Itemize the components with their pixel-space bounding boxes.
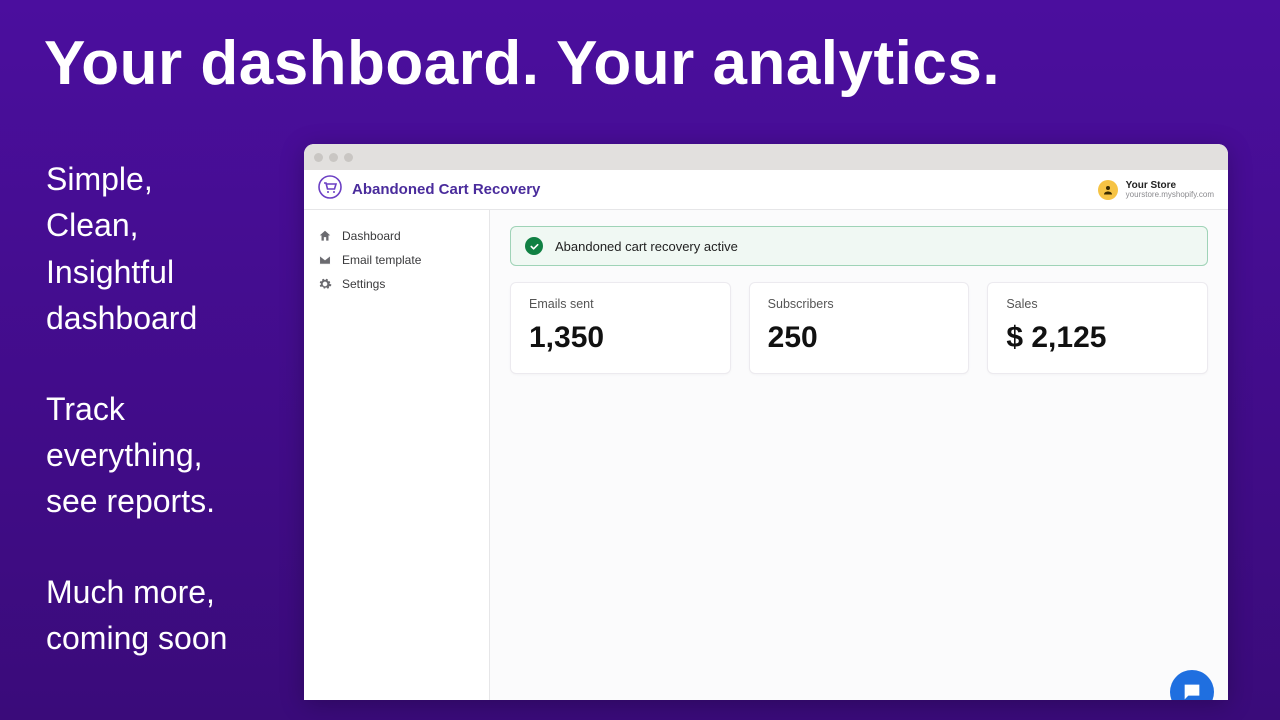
cart-icon bbox=[318, 175, 342, 204]
brand: Abandoned Cart Recovery bbox=[318, 175, 540, 204]
avatar bbox=[1098, 180, 1118, 200]
store-badge[interactable]: Your Store yourstore.myshopify.com bbox=[1098, 180, 1214, 200]
store-url: yourstore.myshopify.com bbox=[1126, 191, 1214, 200]
app-header: Abandoned Cart Recovery Your Store yours… bbox=[304, 170, 1228, 210]
gear-icon bbox=[318, 277, 332, 291]
sidebar-item-label: Email template bbox=[342, 253, 421, 267]
stat-value: 1,350 bbox=[529, 321, 712, 355]
app-title: Abandoned Cart Recovery bbox=[352, 181, 540, 198]
sidebar-item-dashboard[interactable]: Dashboard bbox=[304, 224, 489, 248]
status-text: Abandoned cart recovery active bbox=[555, 239, 738, 254]
sidebar: Dashboard Email template Settings bbox=[304, 210, 490, 700]
check-icon bbox=[525, 237, 543, 255]
sidebar-item-label: Dashboard bbox=[342, 229, 401, 243]
window-dot bbox=[344, 153, 353, 162]
blurb-3: Much more, coming soon bbox=[46, 569, 227, 662]
stat-card-emails: Emails sent 1,350 bbox=[510, 282, 731, 374]
blurb-2: Track everything, see reports. bbox=[46, 386, 227, 525]
window-titlebar bbox=[304, 144, 1228, 170]
stat-card-subscribers: Subscribers 250 bbox=[749, 282, 970, 374]
sidebar-item-email-template[interactable]: Email template bbox=[304, 248, 489, 272]
blurb-1: Simple, Clean, Insightful dashboard bbox=[46, 156, 227, 342]
chat-icon bbox=[1181, 681, 1203, 700]
stat-label: Emails sent bbox=[529, 297, 712, 311]
stat-label: Sales bbox=[1006, 297, 1189, 311]
hero-title: Your dashboard. Your analytics. bbox=[44, 28, 1000, 99]
stat-card-sales: Sales $ 2,125 bbox=[987, 282, 1208, 374]
stat-value: 250 bbox=[768, 321, 951, 355]
stats-row: Emails sent 1,350 Subscribers 250 Sales … bbox=[510, 282, 1208, 374]
mail-icon bbox=[318, 253, 332, 267]
stat-value: $ 2,125 bbox=[1006, 321, 1189, 355]
window-dot bbox=[329, 153, 338, 162]
stat-label: Subscribers bbox=[768, 297, 951, 311]
marketing-blurbs: Simple, Clean, Insightful dashboard Trac… bbox=[46, 156, 227, 706]
sidebar-item-label: Settings bbox=[342, 277, 385, 291]
sidebar-item-settings[interactable]: Settings bbox=[304, 272, 489, 296]
status-banner: Abandoned cart recovery active bbox=[510, 226, 1208, 266]
window-dot bbox=[314, 153, 323, 162]
app-window: Abandoned Cart Recovery Your Store yours… bbox=[304, 144, 1228, 700]
store-name: Your Store bbox=[1126, 180, 1214, 191]
home-icon bbox=[318, 229, 332, 243]
main-content: Abandoned cart recovery active Emails se… bbox=[490, 210, 1228, 700]
